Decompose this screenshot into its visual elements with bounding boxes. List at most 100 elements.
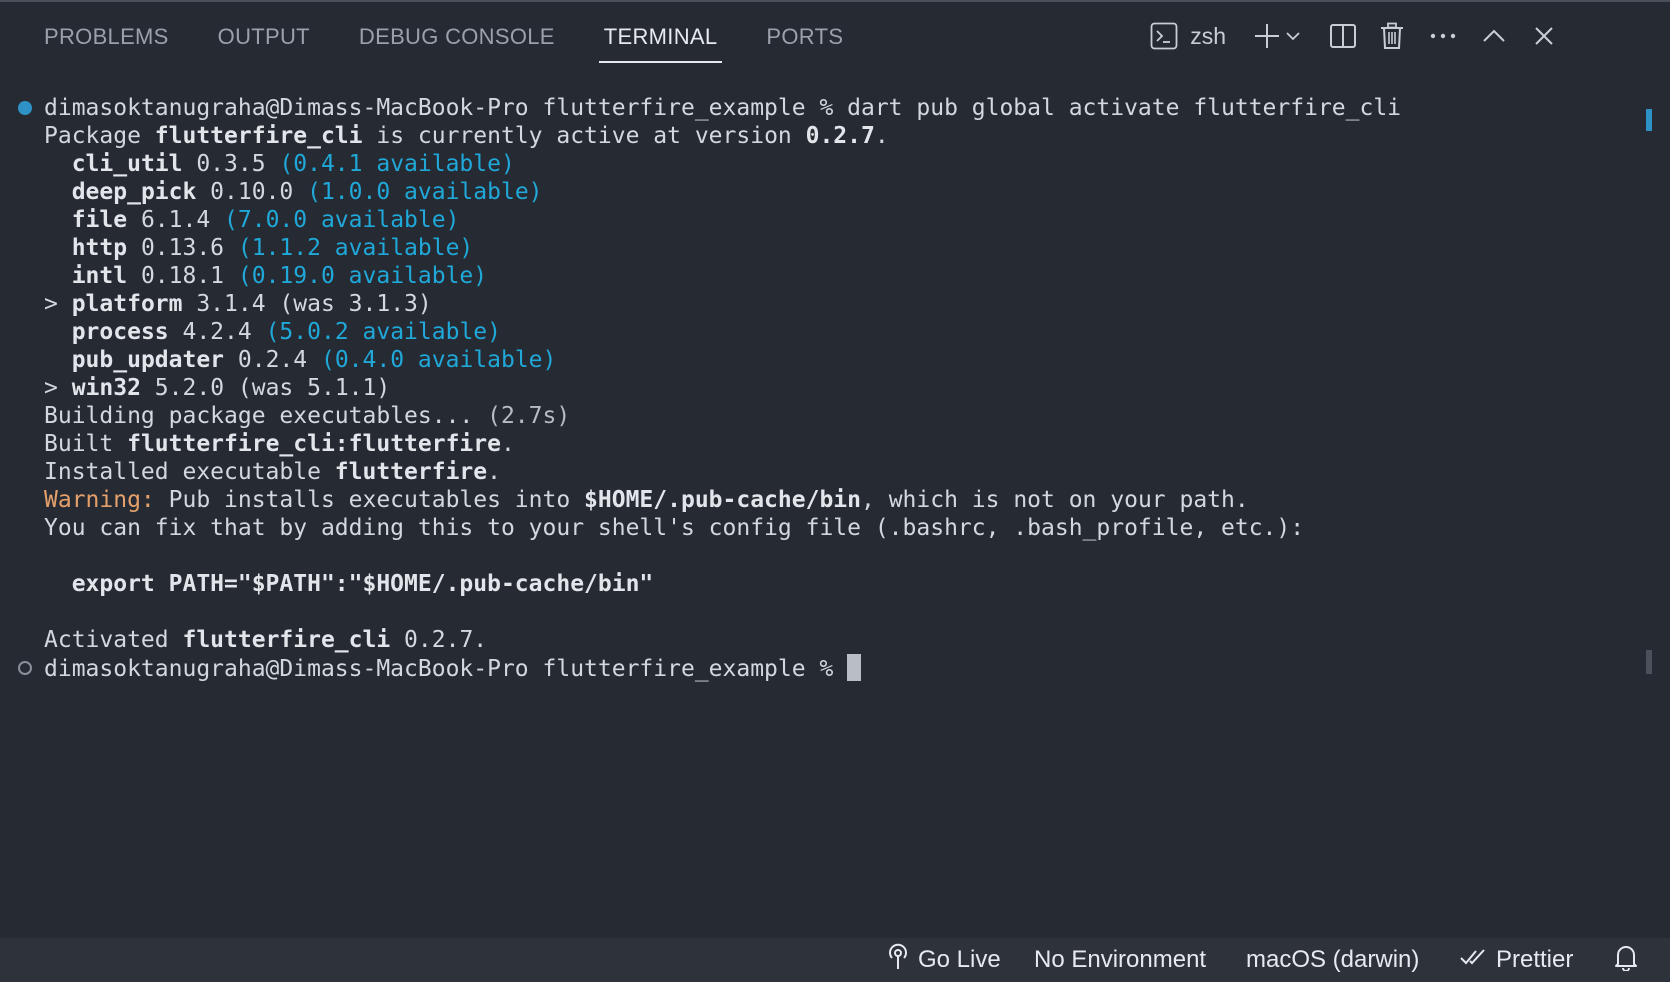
chevron-up-icon (1482, 29, 1506, 43)
more-actions-button[interactable] (1428, 20, 1458, 52)
dep-note: (0.19.0 available) (237, 263, 488, 289)
dep-note: (0.4.0 available) (320, 347, 557, 373)
package-status-line: Package flutterfire_cli is currently act… (44, 122, 889, 150)
bell-icon (1614, 943, 1646, 978)
text-segment: . (500, 431, 515, 457)
text-segment: Activated (44, 627, 183, 653)
command-line: dimasoktanugraha@Dimass-MacBook-Pro flut… (44, 94, 1401, 122)
prompt: dimasoktanugraha@Dimass-MacBook-Pro flut… (44, 95, 848, 121)
text-segment: 0.2.7. (390, 627, 488, 653)
dependency-line: file 6.1.4 (7.0.0 available) (44, 206, 460, 234)
dep-marker (44, 347, 72, 373)
build-time: (2.7s) (487, 403, 571, 429)
executable-name: flutterfire_cli:flutterfire (127, 431, 501, 457)
dep-name: intl (71, 263, 128, 289)
dep-marker (44, 263, 72, 289)
fix-hint-line: You can fix that by adding this to your … (44, 515, 1305, 541)
terminal-output[interactable]: dimasoktanugraha@Dimass-MacBook-Pro flut… (0, 94, 1652, 934)
dependency-line: deep_pick 0.10.0 (1.0.0 available) (44, 178, 543, 206)
scrollbar-thumb[interactable] (1646, 650, 1652, 674)
dependency-line: > platform 3.1.4 (was 3.1.3) (44, 290, 432, 318)
dep-version: 0.18.1 (127, 263, 238, 289)
kill-terminal-button[interactable] (1378, 20, 1406, 52)
tab-output[interactable]: OUTPUT (218, 2, 310, 68)
tab-ports[interactable]: PORTS (766, 2, 843, 68)
terminal-shell-selector[interactable]: zsh (1150, 20, 1226, 52)
dep-note: (1.1.2 available) (237, 235, 474, 261)
prettier-status[interactable]: Prettier (1460, 938, 1573, 982)
panel-header: PROBLEMS OUTPUT DEBUG CONSOLE TERMINAL P… (0, 2, 1670, 68)
trash-icon (1379, 22, 1405, 50)
text-segment: Pub installs executables into (154, 487, 585, 513)
dep-version: 6.1.4 (127, 207, 225, 233)
text-segment: Package (44, 123, 155, 149)
launch-profile-dropdown[interactable] (1284, 20, 1302, 52)
dep-name: win32 (71, 375, 141, 401)
tab-problems[interactable]: PROBLEMS (44, 2, 169, 68)
dependency-line: cli_util 0.3.5 (0.4.1 available) (44, 150, 515, 178)
building-line: Building package executables... (2.7s) (44, 402, 570, 430)
dep-note: (7.0.0 available) (224, 207, 460, 233)
text-segment: Built (44, 431, 128, 457)
broadcast-icon (886, 943, 918, 978)
prompt-line[interactable]: dimasoktanugraha@Dimass-MacBook-Pro flut… (44, 654, 862, 682)
dependency-line: http 0.13.6 (1.1.2 available) (44, 234, 474, 262)
chevron-down-icon (1285, 30, 1301, 42)
dep-name: pub_updater (71, 347, 225, 373)
notifications-button[interactable] (1614, 938, 1646, 982)
path-text: $HOME/.pub-cache/bin (584, 487, 861, 513)
dep-name: http (71, 235, 128, 261)
os-status[interactable]: macOS (darwin) (1246, 938, 1419, 982)
new-terminal-button[interactable] (1252, 20, 1282, 52)
text-segment: . (874, 123, 889, 149)
dep-version: 5.2.0 (140, 375, 238, 401)
dep-name: cli_util (71, 151, 183, 177)
dep-version: 0.10.0 (196, 179, 308, 205)
dep-marker (44, 235, 72, 261)
dep-version: 0.2.4 (224, 347, 321, 373)
activated-line: Activated flutterfire_cli 0.2.7. (44, 626, 487, 654)
dep-note: (was 3.1.3) (279, 291, 432, 317)
executable-name: flutterfire (334, 459, 488, 485)
command-text: dart pub global activate flutterfire_cli (847, 95, 1402, 121)
text-segment: . (487, 459, 501, 485)
environment-status[interactable]: No Environment (1034, 938, 1206, 982)
built-line: Built flutterfire_cli:flutterfire. (44, 430, 515, 458)
tab-terminal[interactable]: TERMINAL (598, 2, 723, 68)
scrollbar-decoration (1646, 109, 1652, 131)
dep-version: 0.13.6 (127, 235, 238, 261)
dep-marker (44, 207, 72, 233)
plus-icon (1253, 22, 1281, 50)
installed-line: Installed executable flutterfire. (44, 458, 501, 486)
export-line: export PATH="$PATH":"$HOME/.pub-cache/bi… (44, 571, 654, 597)
dep-name: file (71, 207, 128, 233)
dep-note: (0.4.1 available) (279, 151, 515, 177)
package-name: flutterfire_cli (182, 627, 391, 653)
warning-label: Warning: (44, 487, 155, 513)
warning-line: Warning: Pub installs executables into $… (44, 486, 1249, 514)
prettier-label: Prettier (1496, 946, 1574, 973)
tab-debug-console[interactable]: DEBUG CONSOLE (359, 2, 555, 68)
dep-note: (1.0.0 available) (307, 179, 543, 205)
go-live-button[interactable]: Go Live (886, 938, 1001, 982)
text-segment: Building package executables... (44, 403, 488, 429)
command-pending-marker (18, 661, 32, 675)
dep-marker (44, 151, 72, 177)
dep-name: platform (71, 291, 183, 317)
panel-tabs: PROBLEMS OUTPUT DEBUG CONSOLE TERMINAL P… (44, 2, 892, 68)
maximize-panel-button[interactable] (1480, 20, 1508, 52)
split-terminal-button[interactable] (1328, 20, 1358, 52)
environment-label: No Environment (1034, 946, 1207, 973)
dep-name: deep_pick (71, 179, 197, 205)
dep-name: process (71, 319, 169, 345)
double-check-icon (1460, 946, 1496, 974)
dep-version: 0.3.5 (182, 151, 280, 177)
dependency-line: process 4.2.4 (5.0.2 available) (44, 318, 501, 346)
text-segment: Installed executable (44, 459, 335, 485)
dep-marker (44, 179, 72, 205)
dep-marker (44, 319, 72, 345)
close-panel-button[interactable] (1530, 20, 1558, 52)
more-icon (1429, 32, 1457, 40)
split-icon (1329, 22, 1357, 50)
dep-version: 4.2.4 (168, 319, 266, 345)
